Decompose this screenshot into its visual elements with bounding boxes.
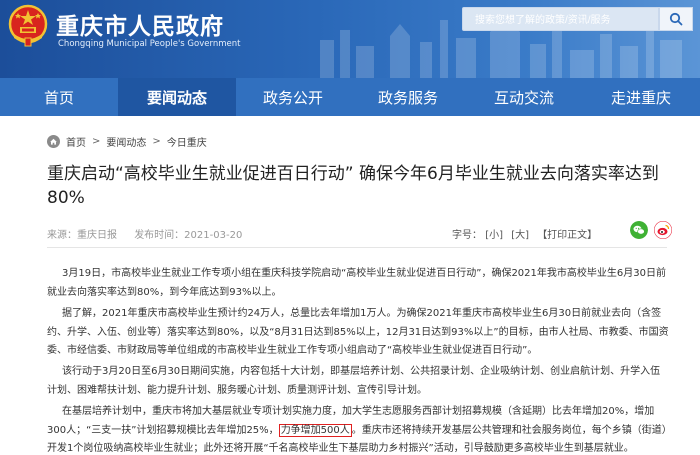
article-paragraph: 据了解，2021年重庆市高校毕业生预计约24万人，总量比去年增加1万人。为确保2… bbox=[47, 308, 669, 356]
breadcrumb-home[interactable]: 首页 bbox=[66, 134, 86, 149]
breadcrumb-separator: > bbox=[152, 136, 161, 147]
nav-item-home[interactable]: 首页 bbox=[0, 78, 118, 116]
article-paragraph: 该行动于3月20日至6月30日期间实施，内容包括十大计划，即基层培养计划、公共招… bbox=[47, 366, 661, 396]
site-subtitle: Chongqing Municipal People's Government bbox=[58, 39, 241, 49]
font-small-button[interactable]: [小] bbox=[485, 230, 503, 241]
national-emblem-icon bbox=[8, 4, 48, 47]
main-nav: 首页 要闻动态 政务公开 政务服务 互动交流 走进重庆 bbox=[0, 78, 700, 116]
breadcrumb: 首页 > 要闻动态 > 今日重庆 bbox=[47, 134, 207, 149]
font-large-button[interactable]: [大] bbox=[511, 230, 529, 241]
print-button[interactable]: 【打印正文】 bbox=[537, 230, 597, 241]
nav-item-about-chongqing[interactable]: 走进重庆 bbox=[582, 78, 700, 116]
article-paragraph: 在基层培养计划中，重庆市将加大基层就业专项计划实施力度，加大学生志愿服务西部计划… bbox=[47, 403, 669, 455]
share-buttons bbox=[630, 221, 678, 239]
search-icon bbox=[669, 12, 683, 26]
article-paragraph: 3月19日，市高校毕业生就业工作专项小组在重庆科技学院启动“高校毕业生就业促进百… bbox=[47, 268, 666, 298]
nav-item-news[interactable]: 要闻动态 bbox=[118, 78, 236, 116]
search-button[interactable] bbox=[659, 7, 693, 31]
article-source: 来源：重庆日报 bbox=[47, 230, 117, 241]
highlighted-phrase: 力争增加500人 bbox=[278, 423, 352, 437]
font-size-controls: 字号： [小] [大] 【打印正文】 bbox=[452, 226, 602, 241]
font-size-label: 字号： bbox=[452, 230, 482, 241]
breadcrumb-today-chongqing[interactable]: 今日重庆 bbox=[167, 134, 207, 149]
home-icon bbox=[47, 135, 60, 148]
breadcrumb-separator: > bbox=[92, 136, 101, 147]
meta-divider bbox=[47, 247, 667, 248]
nav-item-services[interactable]: 政务服务 bbox=[350, 78, 466, 116]
search-box[interactable] bbox=[462, 7, 659, 32]
wechat-share-icon[interactable] bbox=[630, 221, 648, 239]
nav-item-interaction[interactable]: 互动交流 bbox=[466, 78, 582, 116]
site-header: 重庆市人民政府 Chongqing Municipal People's Gov… bbox=[0, 0, 700, 78]
article-title: 重庆启动“高校毕业生就业促进百日行动” 确保今年6月毕业生就业去向落实率达到80… bbox=[47, 164, 659, 208]
site-title[interactable]: 重庆市人民政府 bbox=[56, 7, 224, 41]
article-meta: 来源：重庆日报 发布时间：2021-03-20 bbox=[47, 226, 256, 241]
search-input[interactable] bbox=[463, 9, 658, 32]
article-date: 发布时间：2021-03-20 bbox=[134, 230, 243, 241]
breadcrumb-news[interactable]: 要闻动态 bbox=[106, 134, 146, 149]
weibo-share-icon[interactable] bbox=[654, 221, 672, 239]
nav-item-gov-affairs[interactable]: 政务公开 bbox=[236, 78, 350, 116]
